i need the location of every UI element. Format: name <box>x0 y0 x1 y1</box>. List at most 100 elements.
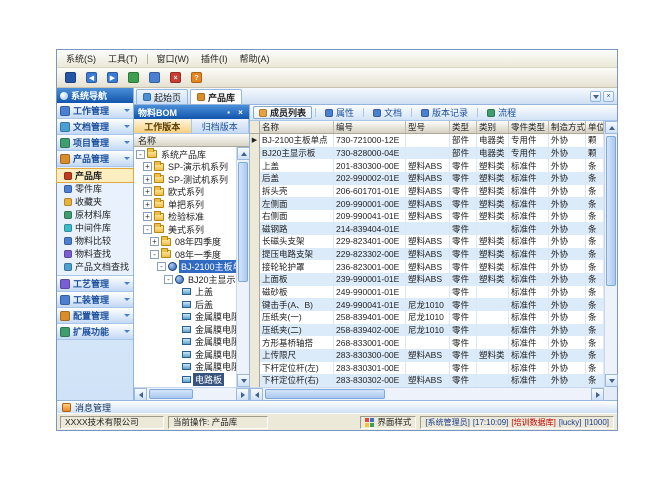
tree-node[interactable]: 金属膜电阻器 <box>134 361 236 374</box>
menu-system[interactable]: 系统(S) <box>60 50 102 67</box>
table-row[interactable]: 长磁头支架229-823401-00E塑料ABS零件塑料类标准件外协条 <box>250 235 604 248</box>
refresh-button[interactable] <box>125 69 142 86</box>
table-row[interactable]: 接轮轮护罩236-823001-00E塑料ABS零件塑料类标准件外协条 <box>250 260 604 273</box>
tree-node[interactable]: 金属膜电阻器 <box>134 323 236 336</box>
sidebar-item-material-search[interactable]: 物料查找 <box>57 247 133 260</box>
tree-expander-icon[interactable]: - <box>157 262 166 271</box>
tree-expander-icon[interactable]: - <box>150 250 159 259</box>
stop-button[interactable]: × <box>167 69 184 86</box>
scroll-track[interactable] <box>237 160 249 374</box>
tab-version-history[interactable]: 版本记录 <box>415 106 474 119</box>
tab-list-button[interactable] <box>590 91 601 102</box>
tab-workflow[interactable]: 流程 <box>481 106 522 119</box>
table-row[interactable]: 下杆定位杆(右)283-830302-00E塑料ABS零件标准件外协条 <box>250 374 604 387</box>
tree-node[interactable]: 金属膜电阻器 <box>134 311 236 324</box>
menu-plugins[interactable]: 插件(I) <box>195 50 234 67</box>
home-button[interactable] <box>146 69 163 86</box>
help-button[interactable]: ? <box>188 69 205 86</box>
menu-help[interactable]: 帮助(A) <box>234 50 276 67</box>
tree-expander-icon[interactable]: + <box>150 237 159 246</box>
tree-node[interactable]: 金属膜电阻器 <box>134 348 236 361</box>
tab-properties[interactable]: 属性 <box>319 106 360 119</box>
tab-close-button[interactable]: × <box>603 91 614 102</box>
column-header-3[interactable]: 型号 <box>406 121 450 133</box>
table-row[interactable]: 右侧面209-990041-01E塑料ABS零件塑料类标准件外协条 <box>250 210 604 223</box>
interface-style-selector[interactable]: 界面样式 <box>360 416 416 429</box>
sidebar-group-work[interactable]: 工作管理 <box>57 103 133 119</box>
scroll-down-button[interactable] <box>237 374 250 387</box>
sidebar-group-extensions[interactable]: 扩展功能 <box>57 324 133 340</box>
scroll-track[interactable] <box>147 388 236 400</box>
message-panel-header[interactable]: 消息管理 <box>57 400 617 413</box>
table-row[interactable]: 磁砂板249-990001-01E零件标准件外协条 <box>250 286 604 299</box>
tree-node[interactable]: +检验标准 <box>134 211 236 224</box>
scroll-up-button[interactable] <box>605 121 618 134</box>
scroll-right-button[interactable] <box>591 388 604 401</box>
scroll-left-button[interactable] <box>250 388 263 401</box>
tree-node[interactable]: 电路板 <box>134 373 236 386</box>
new-button[interactable] <box>62 69 79 86</box>
tree-node[interactable]: -BJ-2100主板单点 <box>134 261 236 274</box>
tree-vertical-scrollbar[interactable] <box>236 147 249 387</box>
scroll-thumb[interactable] <box>149 389 193 399</box>
tree-node[interactable]: 后盖 <box>134 298 236 311</box>
tree-expander-icon[interactable]: + <box>143 200 152 209</box>
column-header-1[interactable]: 名称 <box>260 121 334 133</box>
working-version-tab[interactable]: 工作版本 <box>134 119 192 133</box>
scroll-up-button[interactable] <box>237 147 250 160</box>
column-header-6[interactable]: 零件类型 <box>509 121 549 133</box>
column-header-5[interactable]: 类别 <box>477 121 509 133</box>
table-row[interactable]: 键击手(A、B)249-990041-01E尼龙1010零件标准件外协条 <box>250 298 604 311</box>
sidebar-item-parts-library[interactable]: 零件库 <box>57 182 133 195</box>
table-row[interactable]: 磁钢路214-839404-01E零件标准件外协条 <box>250 222 604 235</box>
column-header-7[interactable]: 制造方式 <box>549 121 586 133</box>
scroll-thumb[interactable] <box>265 389 385 399</box>
tree-column-header[interactable]: 名称 <box>134 134 249 147</box>
column-header-8[interactable]: 单位 <box>586 121 604 133</box>
sidebar-group-process[interactable]: 工艺管理 <box>57 276 133 292</box>
table-row[interactable]: 压纸夹(二)258-839402-00E尼龙1010零件标准件外协条 <box>250 324 604 337</box>
tab-documents[interactable]: 文档 <box>367 106 408 119</box>
sidebar-group-tooling[interactable]: 工装管理 <box>57 292 133 308</box>
table-row[interactable]: 上传限尺283-830300-00E塑料ABS零件塑料类标准件外协条 <box>250 349 604 362</box>
pin-icon[interactable]: ▪ <box>224 108 233 117</box>
tree-node[interactable]: +SP-测试机系列 <box>134 173 236 186</box>
scroll-track[interactable] <box>605 134 617 374</box>
table-row[interactable]: 提压电路支架229-823302-00E塑料ABS零件塑料类标准件外协条 <box>250 248 604 261</box>
column-header-4[interactable]: 类型 <box>450 121 477 133</box>
tree-node[interactable]: +SP-演示机系列 <box>134 161 236 174</box>
scroll-thumb[interactable] <box>238 162 248 282</box>
table-row[interactable]: 左侧面209-990001-00E塑料ABS零件塑料类标准件外协条 <box>250 197 604 210</box>
table-row[interactable]: 拆头壳206-601701-01E塑料ABS零件塑料类标准件外协条 <box>250 185 604 198</box>
tab-member-list[interactable]: 成员列表 <box>253 106 312 119</box>
column-header-2[interactable]: 编号 <box>334 121 406 133</box>
scroll-track[interactable] <box>263 388 591 400</box>
tree-node[interactable]: 上盖 <box>134 286 236 299</box>
tree-expander-icon[interactable]: - <box>136 150 145 159</box>
table-row[interactable]: BJ20主显示板730-828000-04E部件电器类专用件外协颗 <box>250 147 604 160</box>
table-row[interactable]: 下杆定位杆(左)283-830301-00E零件标准件外协条 <box>250 362 604 375</box>
close-icon[interactable]: × <box>236 108 245 117</box>
sidebar-item-middleware[interactable]: 中间件库 <box>57 221 133 234</box>
tab-start-page[interactable]: 起始页 <box>136 89 188 104</box>
tree-node[interactable]: +单把系列 <box>134 198 236 211</box>
table-row[interactable]: 后盖202-990002-01E塑料ABS零件塑料类标准件外协条 <box>250 172 604 185</box>
table-row[interactable]: 压纸夹(一)258-839401-00E尼龙1010零件标准件外协条 <box>250 311 604 324</box>
tree-node[interactable]: -BJ20主显示板 <box>134 273 236 286</box>
sidebar-item-product-library[interactable]: 产品库 <box>57 169 133 182</box>
tree-node[interactable]: -08年一季度 <box>134 248 236 261</box>
tree-expander-icon[interactable]: - <box>164 275 173 284</box>
tree-node[interactable]: +欧式系列 <box>134 186 236 199</box>
tree-expander-icon[interactable]: + <box>143 187 152 196</box>
sidebar-group-project[interactable]: 项目管理 <box>57 135 133 151</box>
tree-expander-icon[interactable]: - <box>143 225 152 234</box>
sidebar-group-docs[interactable]: 文档管理 <box>57 119 133 135</box>
tree-node[interactable]: -系统产品库 <box>134 148 236 161</box>
grid-vertical-scrollbar[interactable] <box>604 121 617 387</box>
archived-version-tab[interactable]: 归档版本 <box>192 119 250 133</box>
grid-horizontal-scrollbar[interactable] <box>250 387 604 400</box>
sidebar-item-material-compare[interactable]: 物料比较 <box>57 234 133 247</box>
sidebar-group-product[interactable]: 产品管理 <box>57 151 133 167</box>
menu-tools[interactable]: 工具(T) <box>102 50 144 67</box>
table-row[interactable]: 上面板239-990001-01E塑料ABS零件塑料类标准件外协条 <box>250 273 604 286</box>
